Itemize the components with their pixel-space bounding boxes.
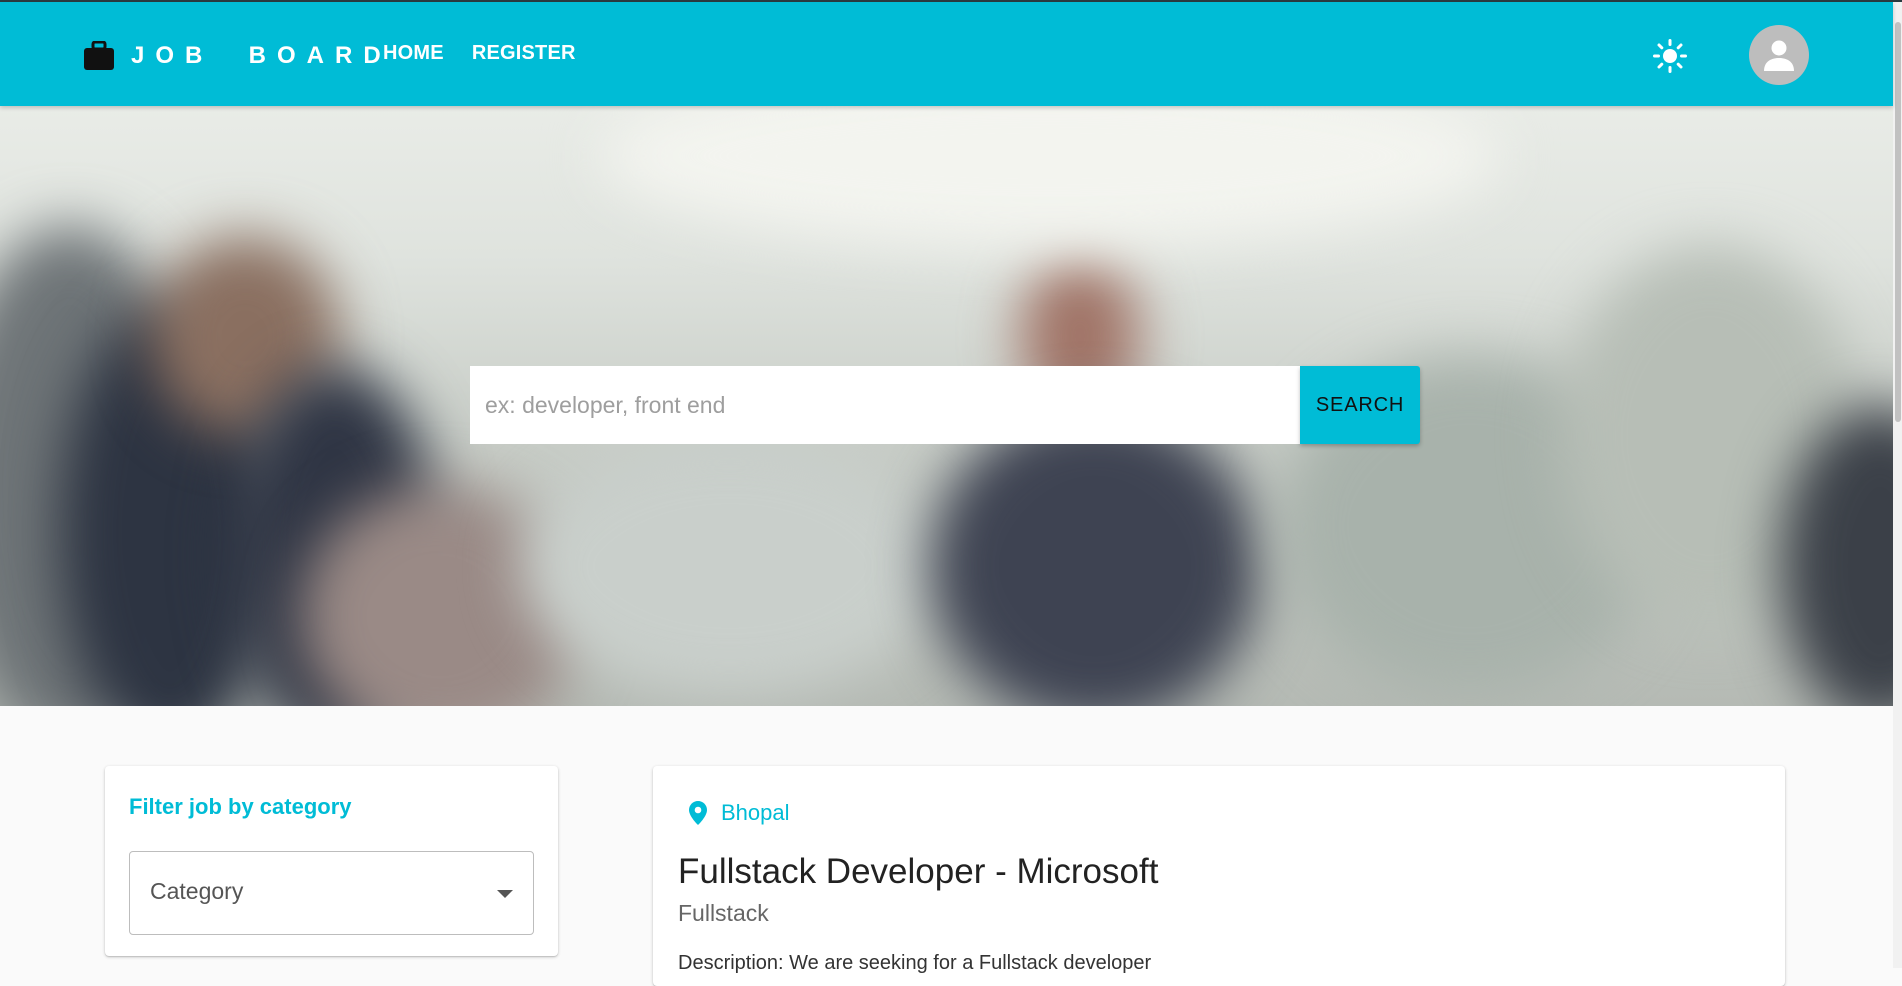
chevron-down-icon [497, 890, 513, 898]
category-select-label: Category [150, 878, 244, 904]
job-card[interactable]: Bhopal Fullstack Developer - Microsoft F… [653, 766, 1785, 986]
user-avatar-button[interactable] [1749, 25, 1809, 85]
filter-title: Filter job by category [129, 794, 352, 819]
category-select[interactable]: Category [129, 851, 534, 935]
main-nav: HOME REGISTER [383, 42, 576, 65]
job-description: Description: We are seeking for a Fullst… [678, 952, 1152, 974]
brand[interactable]: JOB BOARD [83, 38, 392, 74]
nav-home-link[interactable]: HOME [383, 42, 444, 65]
hero-background-shape [520, 436, 940, 696]
filter-card: Filter job by category Category [105, 766, 558, 956]
hero-background-shape [600, 106, 1500, 246]
sun-icon [1653, 39, 1687, 73]
hero-banner: SEARCH [0, 106, 1893, 706]
job-title: Fullstack Developer - Microsoft [678, 852, 1159, 891]
brand-title: JOB BOARD [131, 42, 392, 69]
location-pin-icon [689, 801, 707, 825]
app-bar: JOB BOARD HOME REGISTER [0, 2, 1893, 106]
job-location: Bhopal [689, 800, 790, 826]
briefcase-icon [84, 41, 114, 70]
theme-toggle-button[interactable] [1650, 36, 1690, 76]
search-button[interactable]: SEARCH [1300, 366, 1420, 444]
hero-background-shape [930, 406, 1260, 706]
page-scrollbar-thumb[interactable] [1895, 22, 1901, 422]
job-search-input[interactable] [470, 366, 1300, 444]
job-category: Fullstack [678, 900, 769, 926]
person-icon [1764, 40, 1794, 71]
nav-register-link[interactable]: REGISTER [472, 42, 576, 65]
search-bar: SEARCH [470, 366, 1420, 444]
job-location-text: Bhopal [721, 800, 790, 825]
